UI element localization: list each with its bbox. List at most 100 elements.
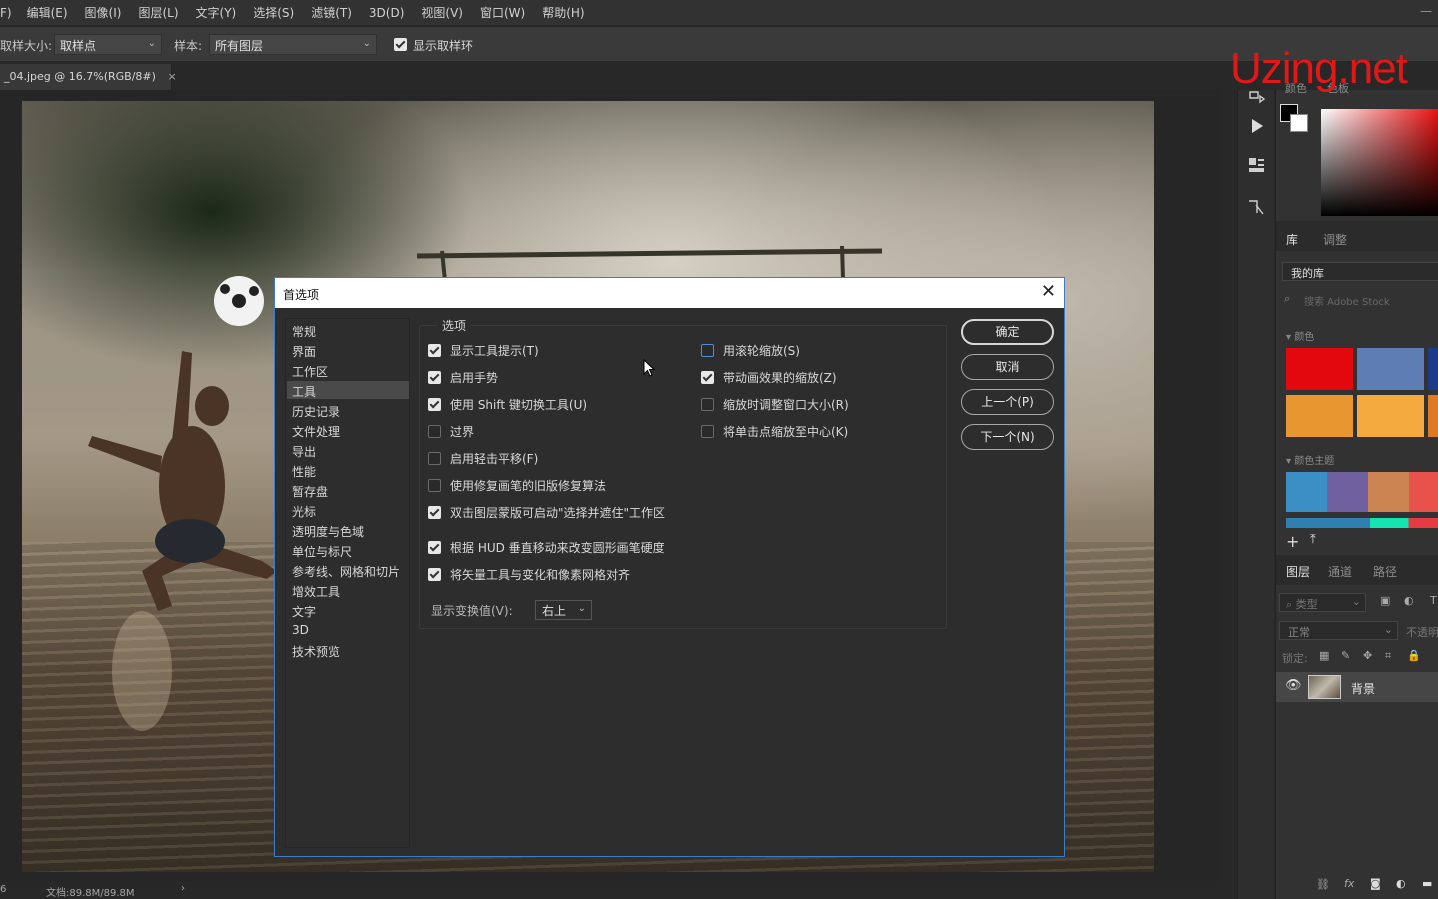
option-overscroll[interactable]: 过界	[428, 423, 474, 440]
checkbox[interactable]	[428, 506, 441, 519]
option-hud-brush-hardness[interactable]: 根据 HUD 垂直移动来改变圆形画笔硬度	[428, 539, 665, 556]
option-legacy-healing[interactable]: 使用修复画笔的旧版修复算法	[428, 477, 606, 494]
type-filter-icon[interactable]: T	[1430, 594, 1437, 607]
minimize-button[interactable]: —	[1420, 4, 1432, 18]
colors-section-header[interactable]: ▾ 颜色	[1286, 328, 1314, 343]
nav-transparency-gamut[interactable]: 透明度与色域	[287, 521, 409, 539]
tab-channels[interactable]: 通道	[1328, 563, 1352, 580]
nav-guides-grid-slices[interactable]: 参考线、网格和切片	[287, 561, 409, 579]
nav-export[interactable]: 导出	[287, 441, 409, 459]
menu-help[interactable]: 帮助(H)	[542, 4, 584, 21]
next-button[interactable]: 下一个(N)	[961, 424, 1054, 450]
checkbox[interactable]	[428, 398, 441, 411]
nav-general[interactable]: 常规	[287, 321, 409, 339]
color-swatch[interactable]	[1428, 348, 1438, 390]
image-filter-icon[interactable]: ▣	[1380, 594, 1390, 607]
nav-workspace[interactable]: 工作区	[287, 361, 409, 379]
lock-all-icon[interactable]: 🔒	[1407, 649, 1421, 662]
color-swatch[interactable]	[1286, 348, 1353, 390]
color-theme-section-header[interactable]: ▾ 颜色主题	[1286, 452, 1334, 467]
checkbox[interactable]	[701, 344, 714, 357]
layer-row[interactable]: 👁 背景	[1276, 672, 1438, 702]
nav-3d[interactable]: 3D	[287, 621, 409, 639]
option-zoom-clicked-point[interactable]: 将单击点缩放至中心(K)	[701, 423, 848, 440]
option-shift-tool-switch[interactable]: 使用 Shift 键切换工具(U)	[428, 396, 587, 413]
upload-icon[interactable]: ⤒	[1310, 532, 1316, 547]
blend-mode-select[interactable]: 正常 ⌄	[1279, 621, 1398, 640]
nav-tools[interactable]: 工具	[287, 381, 409, 399]
tab-library[interactable]: 库	[1286, 231, 1298, 248]
cancel-button[interactable]: 取消	[961, 354, 1054, 380]
nav-units-rulers[interactable]: 单位与标尺	[287, 541, 409, 559]
checkbox[interactable]	[428, 541, 441, 554]
show-ring-checkbox[interactable]	[394, 38, 407, 51]
color-swatch[interactable]	[1357, 395, 1424, 437]
option-double-click-mask[interactable]: 双击图层蒙版可启动"选择并遮住"工作区	[428, 504, 665, 521]
checkbox[interactable]	[701, 398, 714, 411]
menu-layer[interactable]: 图层(L)	[138, 4, 178, 21]
lock-image-icon[interactable]: ✎	[1341, 649, 1350, 662]
sample-select[interactable]: 所有图层 ⌄	[209, 34, 377, 55]
stock-search-input[interactable]: 搜索 Adobe Stock	[1304, 293, 1390, 308]
option-show-tooltips[interactable]: 显示工具提示(T)	[428, 342, 539, 359]
properties-icon[interactable]	[1246, 155, 1266, 175]
lock-transparent-icon[interactable]: ▦	[1319, 649, 1329, 662]
previous-button[interactable]: 上一个(P)	[961, 389, 1054, 415]
layer-filter-select[interactable]: ⌕ 类型 ⌄	[1279, 593, 1366, 612]
lock-position-icon[interactable]: ✥	[1363, 649, 1372, 662]
menu-view[interactable]: 视图(V)	[421, 4, 463, 21]
link-layers-icon[interactable]: ⛓	[1316, 878, 1330, 891]
nav-cursors[interactable]: 光标	[287, 501, 409, 519]
nav-technology-previews[interactable]: 技术预览	[287, 641, 409, 659]
nav-plugins[interactable]: 增效工具	[287, 581, 409, 599]
status-menu-arrow[interactable]: ›	[181, 883, 185, 894]
document-tab[interactable]: _04.jpeg @ 16.7%(RGB/8#) ×	[0, 64, 177, 90]
tab-paths[interactable]: 路径	[1373, 563, 1397, 580]
play-action-icon[interactable]	[1248, 117, 1266, 135]
nav-performance[interactable]: 性能	[287, 461, 409, 479]
nav-type[interactable]: 文字	[287, 601, 409, 619]
menu-file[interactable]: F)	[0, 6, 12, 20]
ok-button[interactable]: 确定	[961, 319, 1054, 345]
color-swatch[interactable]	[1428, 395, 1438, 437]
option-snap-vector-tools[interactable]: 将矢量工具与变化和像素网格对齐	[428, 566, 630, 583]
menu-select[interactable]: 选择(S)	[253, 4, 294, 21]
color-picker-field[interactable]	[1321, 109, 1438, 216]
color-theme-strip[interactable]	[1286, 472, 1438, 512]
color-swatch[interactable]	[1286, 395, 1353, 437]
sample-size-select[interactable]: 取样点 ⌄	[54, 34, 162, 55]
transform-values-select[interactable]: 右上 ⌄	[535, 600, 592, 620]
adjustment-filter-icon[interactable]: ◐	[1404, 594, 1414, 607]
checkbox[interactable]	[428, 452, 441, 465]
option-zoom-resize-window[interactable]: 缩放时调整窗口大小(R)	[701, 396, 849, 413]
nav-interface[interactable]: 界面	[287, 341, 409, 359]
fx-icon[interactable]: fx	[1344, 877, 1354, 890]
menu-edit[interactable]: 编辑(E)	[27, 4, 68, 21]
close-icon[interactable]: ×	[167, 70, 176, 83]
checkbox[interactable]	[428, 344, 441, 357]
option-enable-gestures[interactable]: 启用手势	[428, 369, 498, 386]
checkbox[interactable]	[701, 425, 714, 438]
checkbox[interactable]	[428, 425, 441, 438]
new-group-icon[interactable]: ▬	[1422, 877, 1432, 890]
tab-layers[interactable]: 图层	[1286, 563, 1310, 580]
tab-adjustments[interactable]: 调整	[1323, 231, 1347, 248]
option-animated-zoom[interactable]: 带动画效果的缩放(Z)	[701, 369, 837, 386]
library-select[interactable]: 我的库	[1282, 262, 1438, 281]
eye-icon[interactable]: 👁	[1285, 678, 1302, 693]
background-color-swatch[interactable]	[1290, 114, 1308, 132]
close-icon[interactable]: ✕	[1041, 282, 1056, 302]
lock-artboard-icon[interactable]: ⌗	[1385, 649, 1391, 663]
nav-file-handling[interactable]: 文件处理	[287, 421, 409, 439]
color-swatch[interactable]	[1357, 348, 1424, 390]
new-adjustment-icon[interactable]: ◐	[1396, 877, 1406, 890]
menu-window[interactable]: 窗口(W)	[480, 4, 525, 21]
glyphs-icon[interactable]	[1246, 197, 1266, 217]
checkbox[interactable]	[428, 568, 441, 581]
nav-scratch-disks[interactable]: 暂存盘	[287, 481, 409, 499]
checkbox[interactable]	[701, 371, 714, 384]
add-mask-icon[interactable]: ◙	[1370, 877, 1381, 890]
add-icon[interactable]: +	[1286, 532, 1299, 551]
option-flick-panning[interactable]: 启用轻击平移(F)	[428, 450, 538, 467]
nav-history-log[interactable]: 历史记录	[287, 401, 409, 419]
